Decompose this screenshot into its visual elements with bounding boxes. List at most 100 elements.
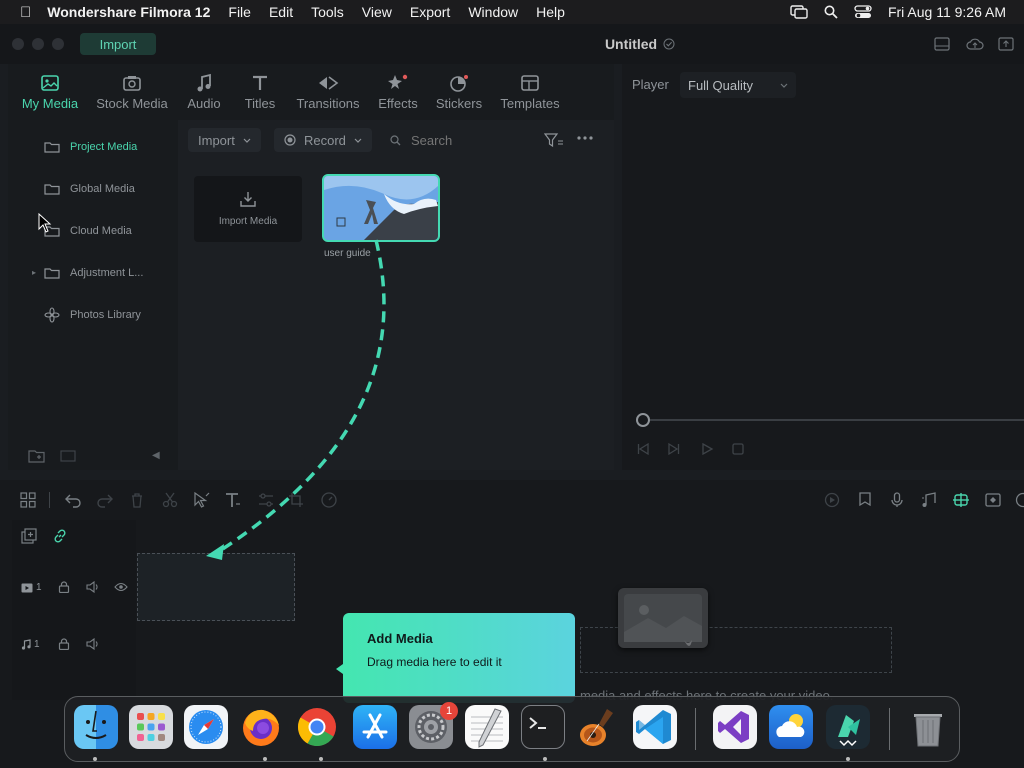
menu-app-name[interactable]: Wondershare Filmora 12 [47,4,210,20]
sidebar-item-project-media[interactable]: Project Media [44,138,137,156]
filmora-icon[interactable] [826,705,870,749]
play-icon[interactable] [700,442,714,456]
next-frame-icon[interactable] [667,442,681,456]
visual-studio-icon[interactable] [713,705,757,749]
vscode-icon[interactable] [633,705,677,749]
add-track-icon[interactable] [21,528,37,544]
lock-icon[interactable] [58,638,70,650]
garageband-icon[interactable] [577,705,621,749]
sidebar-item-label: Photos Library [70,309,141,321]
search-input[interactable] [409,131,513,149]
playhead-handle[interactable] [636,413,650,427]
effects-icon [374,72,422,94]
folder-outline-icon[interactable] [60,450,76,462]
sidebar-item-photos-library[interactable]: Photos Library [44,306,141,324]
app-store-icon[interactable] [353,705,397,749]
tab-templates[interactable]: Templates [496,72,564,116]
sidebar-item-adjustment-layer[interactable]: Adjustment L... [44,264,143,282]
collapse-sidebar-icon[interactable]: ◀ [152,450,160,461]
more-options-icon[interactable] [577,136,593,140]
zoom-out-icon[interactable] [1014,492,1024,508]
eye-icon[interactable] [114,582,128,592]
import-tab[interactable]: Import [80,33,156,55]
sidebar-item-global-media[interactable]: Global Media [44,180,135,198]
search-icon [390,134,401,146]
document-title-text: Untitled [604,36,658,52]
redo-icon[interactable] [96,492,114,508]
playback-scrubber[interactable] [636,419,1024,421]
textedit-icon[interactable] [465,705,509,749]
menu-export[interactable]: Export [410,4,450,20]
audio-mixer-icon[interactable] [921,492,937,508]
screen-mirroring-icon[interactable] [790,5,808,19]
undo-icon[interactable] [64,492,82,508]
tab-stock-media[interactable]: Stock Media [92,72,172,116]
tab-stickers[interactable]: Stickers [432,72,486,116]
tab-titles-label: Titles [244,96,276,111]
stop-icon[interactable] [731,442,745,456]
sidebar-item-cloud-media[interactable]: Cloud Media [44,222,132,240]
weather-icon[interactable] [769,705,813,749]
zoom-window-button[interactable] [52,38,64,50]
tab-titles[interactable]: Titles [238,72,282,116]
minimize-window-button[interactable] [32,38,44,50]
menubar-clock[interactable]: Fri Aug 11 9:26 AM [888,4,1006,20]
grid-layout-icon[interactable] [20,492,36,508]
apple-logo-icon[interactable]:  [20,4,31,21]
import-dropdown[interactable]: Import [188,128,261,152]
audio-track-number: 1 [34,639,40,650]
cloud-upload-icon[interactable] [966,37,984,51]
new-folder-icon[interactable] [28,449,46,463]
menu-window[interactable]: Window [468,4,518,20]
launchpad-icon[interactable] [129,705,173,749]
menu-edit[interactable]: Edit [269,4,293,20]
microphone-icon[interactable] [890,492,904,508]
split-screen-icon[interactable] [985,492,1001,508]
folder-icon [44,267,60,279]
menu-tools[interactable]: Tools [311,4,344,20]
control-center-icon[interactable] [854,5,872,19]
terminal-icon[interactable] [521,705,565,749]
layout-icon[interactable] [934,37,950,51]
search-box[interactable] [380,128,530,152]
tab-audio[interactable]: Audio [182,72,226,116]
speaker-icon[interactable] [86,581,100,593]
video-track-label: 1 [21,582,42,593]
close-window-button[interactable] [12,38,24,50]
previous-frame-icon[interactable] [636,442,650,456]
spotlight-search-icon[interactable] [824,5,838,19]
stock-media-icon [92,72,172,94]
export-icon[interactable] [998,37,1014,51]
titles-t-icon [238,72,282,94]
marker-icon[interactable] [858,492,872,508]
sidebar-item-label: Project Media [70,141,138,153]
safari-icon[interactable] [184,705,228,749]
tab-my-media-label: My Media [21,96,79,111]
sidebar-item-label: Adjustment L... [70,267,144,279]
photos-icon [44,307,60,323]
record-dropdown[interactable]: Record [274,128,372,152]
chrome-icon[interactable] [295,705,339,749]
tab-transitions[interactable]: Transitions [292,72,364,116]
menu-help[interactable]: Help [536,4,565,20]
filter-icon[interactable] [544,132,564,148]
render-icon[interactable] [823,492,841,508]
trash-icon[interactable] [906,705,950,749]
tab-stock-media-label: Stock Media [96,96,168,111]
tab-my-media[interactable]: My Media [18,72,82,116]
running-indicator [543,757,547,761]
finder-icon[interactable] [74,705,118,749]
snap-magnet-icon[interactable] [952,492,970,508]
firefox-icon[interactable] [239,705,283,749]
video-drop-zone[interactable] [137,553,295,621]
menu-file[interactable]: File [228,4,251,20]
tab-effects[interactable]: Effects [374,72,422,116]
link-icon[interactable] [52,528,68,544]
speaker-icon[interactable] [86,638,100,650]
menu-view[interactable]: View [362,4,392,20]
scissors-icon[interactable] [162,492,178,508]
quality-dropdown[interactable]: Full Quality [680,72,796,98]
delete-icon[interactable] [130,492,144,508]
expand-chevron-icon[interactable]: ▸ [32,268,36,277]
lock-icon[interactable] [58,581,70,593]
